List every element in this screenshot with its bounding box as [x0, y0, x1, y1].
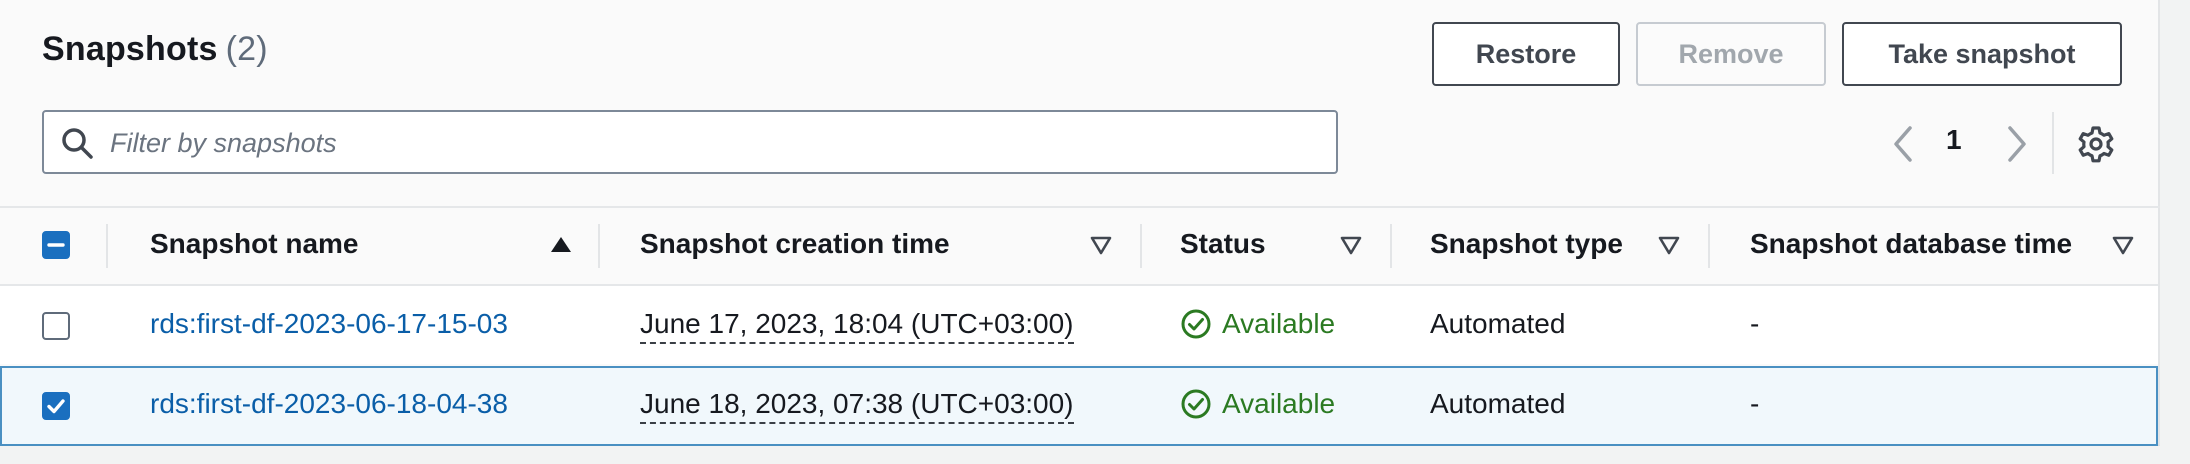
caret-down-outline-icon[interactable]: [1088, 232, 1114, 258]
minus-icon: [47, 243, 65, 247]
check-circle-icon: [1181, 309, 1211, 339]
restore-button[interactable]: Restore: [1432, 22, 1620, 86]
select-all-checkbox[interactable]: [42, 231, 70, 259]
panel-title-text: Snapshots: [42, 30, 218, 68]
snapshots-panel: Snapshots (2) Restore Remove Take snapsho…: [0, 0, 2160, 446]
snapshot-count: (2): [225, 30, 268, 68]
take-snapshot-button[interactable]: Take snapshot: [1842, 22, 2122, 86]
chevron-right-icon[interactable]: [2002, 124, 2032, 164]
snapshot-creation-time[interactable]: June 17, 2023, 18:04 (UTC+03:00): [640, 308, 1074, 344]
row-checkbox[interactable]: [42, 392, 70, 420]
table-row-selected[interactable]: rds:first-df-2023-06-18-04-38 June 18, 2…: [0, 366, 2158, 446]
column-divider: [1140, 224, 1142, 268]
column-divider: [598, 224, 600, 268]
search-input[interactable]: [108, 120, 1312, 166]
table-row[interactable]: rds:first-df-2023-06-17-15-03 June 17, 2…: [0, 284, 2158, 364]
column-divider: [106, 224, 108, 268]
caret-down-outline-icon[interactable]: [2110, 232, 2136, 258]
column-header-snapshot-name[interactable]: Snapshot name: [150, 228, 358, 260]
chevron-left-icon[interactable]: [1888, 124, 1918, 164]
snapshot-name-link[interactable]: rds:first-df-2023-06-17-15-03: [150, 308, 508, 340]
snapshot-creation-time[interactable]: June 18, 2023, 07:38 (UTC+03:00): [640, 388, 1074, 424]
current-page-number[interactable]: 1: [1946, 124, 1962, 156]
gear-icon[interactable]: [2076, 124, 2116, 164]
column-divider: [1708, 224, 1710, 268]
column-header-database-time[interactable]: Snapshot database time: [1750, 228, 2072, 260]
column-header-snapshot-type[interactable]: Snapshot type: [1430, 228, 1623, 260]
status-text: Available: [1222, 388, 1336, 419]
snapshot-type: Automated: [1430, 388, 1566, 419]
table-top-border: [0, 206, 2160, 208]
column-header-creation-time[interactable]: Snapshot creation time: [640, 228, 950, 260]
column-header-status[interactable]: Status: [1180, 228, 1266, 260]
remove-button[interactable]: Remove: [1636, 22, 1826, 86]
panel-title: Snapshots (2): [42, 30, 268, 69]
row-checkbox[interactable]: [42, 312, 70, 340]
snapshot-type: Automated: [1430, 308, 1566, 339]
pager-divider: [2052, 112, 2054, 174]
check-circle-icon: [1181, 389, 1211, 419]
column-divider: [1390, 224, 1392, 268]
snapshot-database-time: -: [1750, 388, 1760, 419]
snapshot-name-link[interactable]: rds:first-df-2023-06-18-04-38: [150, 388, 508, 420]
caret-down-outline-icon[interactable]: [1338, 232, 1364, 258]
search-icon: [62, 128, 93, 159]
caret-up-icon[interactable]: [548, 232, 574, 258]
caret-down-outline-icon[interactable]: [1656, 232, 1682, 258]
search-box[interactable]: [42, 110, 1338, 174]
status-text: Available: [1222, 308, 1336, 339]
checkmark-icon: [47, 399, 65, 414]
snapshot-database-time: -: [1750, 308, 1760, 339]
